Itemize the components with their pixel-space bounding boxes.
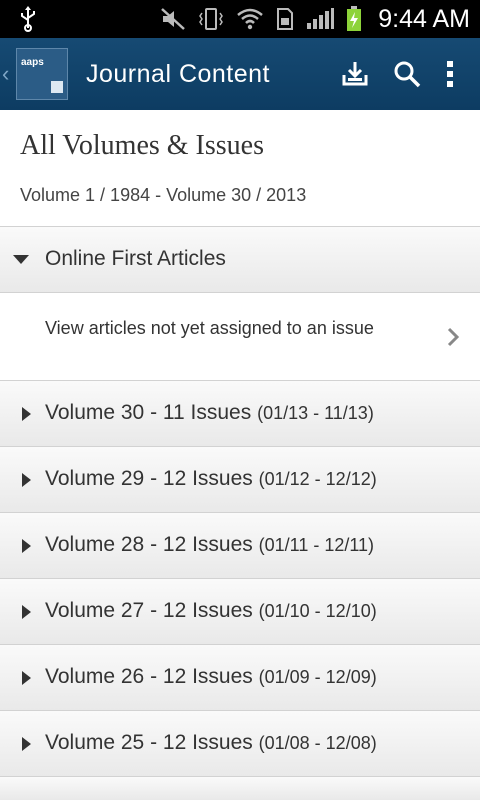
overflow-menu-button[interactable]	[432, 56, 468, 92]
collapse-triangle-icon	[13, 255, 29, 264]
volume-label: Volume 26 - 12 Issues (01/09 - 12/09)	[45, 665, 377, 689]
volume-date-range: (01/12 - 12/12)	[258, 469, 377, 489]
mute-icon	[161, 8, 186, 30]
expand-triangle-icon	[22, 473, 31, 487]
logo-text: aaps	[21, 57, 44, 68]
wifi-icon	[237, 8, 264, 30]
expand-triangle-icon	[22, 605, 31, 619]
action-bar-title: Journal Content	[86, 60, 271, 88]
signal-icon	[307, 8, 335, 29]
expand-triangle-icon	[22, 407, 31, 421]
download-icon	[342, 62, 368, 86]
volume-title: Volume 26 - 12 Issues	[45, 665, 253, 688]
volume-row[interactable]: Volume 25 - 12 Issues (01/08 - 12/08)	[0, 710, 480, 776]
chevron-right-icon	[447, 327, 460, 347]
clock: 9:44 AM	[378, 4, 470, 33]
volume-label: Volume 29 - 12 Issues (01/12 - 12/12)	[45, 467, 377, 491]
volume-title: Volume 29 - 12 Issues	[45, 467, 253, 490]
volume-row[interactable]: Volume 26 - 12 Issues (01/09 - 12/09)	[0, 644, 480, 710]
expand-triangle-icon	[22, 671, 31, 685]
search-button[interactable]	[389, 56, 425, 92]
volume-row-partial[interactable]	[0, 776, 480, 800]
volume-date-range: (01/08 - 12/08)	[258, 733, 377, 753]
usb-icon	[21, 6, 35, 32]
download-button[interactable]	[337, 56, 373, 92]
volume-label: Volume 25 - 12 Issues (01/08 - 12/08)	[45, 731, 377, 755]
volume-label: Volume 28 - 12 Issues (01/11 - 12/11)	[45, 533, 374, 557]
battery-charging-icon	[347, 6, 362, 31]
volume-row[interactable]: Volume 27 - 12 Issues (01/10 - 12/10)	[0, 578, 480, 644]
online-first-label: Online First Articles	[45, 247, 226, 270]
status-bar: 9:44 AM	[0, 0, 480, 38]
volume-date-range: (01/11 - 12/11)	[258, 535, 375, 555]
expand-triangle-icon	[22, 539, 31, 553]
volume-date-range: (01/10 - 12/10)	[258, 601, 377, 621]
volume-title: Volume 28 - 12 Issues	[45, 533, 253, 556]
sim-icon	[277, 8, 294, 30]
volume-title: Volume 25 - 12 Issues	[45, 731, 253, 754]
app-logo[interactable]: aaps	[16, 48, 68, 100]
volume-label: Volume 30 - 11 Issues (01/13 - 11/13)	[45, 401, 374, 425]
volume-row[interactable]: Volume 28 - 12 Issues (01/11 - 12/11)	[0, 512, 480, 578]
page-title: All Volumes & Issues	[20, 130, 264, 161]
action-bar: ‹ aaps Journal Content	[0, 38, 480, 110]
online-first-item[interactable]: View articles not yet assigned to an iss…	[0, 292, 480, 380]
online-first-item-label: View articles not yet assigned to an iss…	[45, 318, 374, 338]
volume-label: Volume 27 - 12 Issues (01/10 - 12/10)	[45, 599, 377, 623]
online-first-header[interactable]: Online First Articles	[0, 226, 480, 292]
volume-date-range: (01/13 - 11/13)	[257, 403, 374, 423]
back-chevron-icon[interactable]: ‹	[2, 61, 9, 87]
logo-emblem	[51, 81, 63, 93]
volume-range-subtitle: Volume 1 / 1984 - Volume 30 / 2013	[20, 185, 307, 205]
volume-row[interactable]: Volume 29 - 12 Issues (01/12 - 12/12)	[0, 446, 480, 512]
vibrate-icon	[199, 8, 224, 30]
volume-date-range: (01/09 - 12/09)	[258, 667, 377, 687]
search-icon	[394, 61, 421, 88]
volume-title: Volume 30 - 11 Issues	[45, 401, 252, 424]
volume-row[interactable]: Volume 30 - 11 Issues (01/13 - 11/13)	[0, 380, 480, 446]
volume-title: Volume 27 - 12 Issues	[45, 599, 253, 622]
overflow-menu-icon	[447, 61, 453, 87]
expand-triangle-icon	[22, 737, 31, 751]
